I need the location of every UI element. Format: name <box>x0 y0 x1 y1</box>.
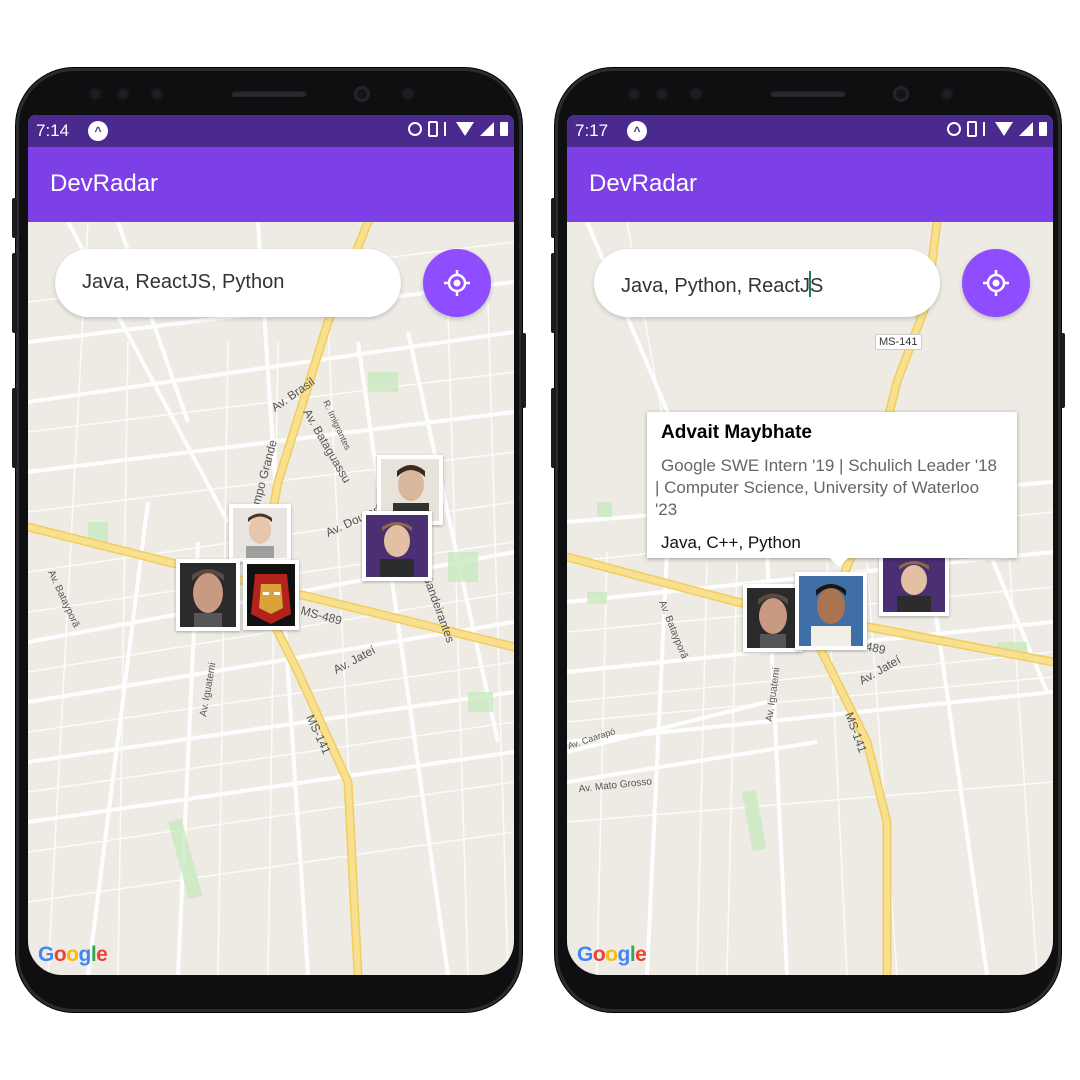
app-title: DevRadar <box>50 170 159 197</box>
alarm-icon <box>947 122 961 136</box>
sensor <box>401 87 415 101</box>
top-bezel <box>16 68 522 116</box>
status-time: 7:14 <box>36 121 70 140</box>
dev-marker[interactable] <box>229 504 291 562</box>
avatar <box>247 564 295 626</box>
power-button <box>1060 333 1065 408</box>
volume-button <box>551 253 556 333</box>
avatar <box>366 515 428 577</box>
screen: 7:14 ^ DevRadar Av. Brasil Av. Bataguass… <box>28 115 514 975</box>
wifi-icon <box>456 122 474 136</box>
data-icon <box>983 122 989 136</box>
sensor <box>655 87 669 101</box>
dev-marker[interactable] <box>795 572 867 650</box>
wifi-icon <box>995 122 1013 136</box>
vibrate-icon <box>428 121 438 137</box>
search-input[interactable]: Java, Python, ReactJS <box>594 249 940 317</box>
dev-marker[interactable] <box>743 584 803 652</box>
locate-button[interactable] <box>423 249 491 317</box>
google-logo: Google <box>38 943 108 966</box>
android-notification-icon: ^ <box>627 121 647 141</box>
avatar <box>233 508 287 558</box>
sensor <box>689 87 703 101</box>
screen: 7:17 ^ DevRadar Av. Batayporã Av. Iguate… <box>567 115 1053 975</box>
signal-icon <box>480 122 494 136</box>
app-bar: DevRadar <box>28 147 514 222</box>
dev-marker[interactable] <box>879 552 949 616</box>
top-bezel <box>555 68 1061 116</box>
search-value[interactable]: Java, Python, ReactJS <box>621 271 823 298</box>
search-input[interactable]: Java, ReactJS, Python <box>55 249 401 317</box>
road-label: 489 <box>864 639 887 657</box>
google-logo: Google <box>577 943 647 966</box>
sensor <box>627 87 641 101</box>
developer-callout[interactable]: Advait Maybhate Google SWE Intern '19 | … <box>647 412 1017 567</box>
road-label: Av. Iguatemi <box>198 662 218 718</box>
signal-icon <box>1019 122 1033 136</box>
dev-marker[interactable] <box>176 559 240 631</box>
status-bar: 7:17 ^ <box>567 115 1053 147</box>
bixby-button <box>12 388 17 468</box>
dev-techs: Java, C++, Python <box>661 533 801 552</box>
front-camera <box>893 86 909 102</box>
map[interactable]: Av. Brasil Av. Bataguassu R. Imigrantes … <box>28 222 514 975</box>
phone-right: 7:17 ^ DevRadar Av. Batayporã Av. Iguate… <box>551 68 1065 1012</box>
dev-marker[interactable] <box>243 560 299 630</box>
alarm-icon <box>408 122 422 136</box>
dev-marker[interactable] <box>362 511 432 581</box>
status-bar: 7:14 ^ <box>28 115 514 147</box>
road-label: Av. Batayporã <box>45 569 81 630</box>
callout-pointer <box>829 557 849 567</box>
search-value[interactable]: Java, ReactJS, Python <box>82 271 284 294</box>
front-camera <box>354 86 370 102</box>
vibrate-icon <box>967 121 977 137</box>
my-location-icon <box>444 270 470 296</box>
sensor <box>940 87 954 101</box>
bixby-button <box>551 388 556 468</box>
dev-bio: Google SWE Intern '19 | Schulich Leader … <box>655 456 997 519</box>
phone-left: 7:14 ^ DevRadar Av. Brasil Av. Bataguass… <box>12 68 526 1012</box>
locate-button[interactable] <box>962 249 1030 317</box>
app-title: DevRadar <box>589 170 698 197</box>
road-label: Av. Iguatemi <box>764 667 783 723</box>
road-label: Av. Jateí <box>857 652 904 687</box>
data-icon <box>444 122 450 136</box>
avatar <box>883 556 945 612</box>
map[interactable]: Av. Batayporã Av. Iguatemi MS-141 Av. Ja… <box>567 222 1053 975</box>
route-badge: MS-141 <box>875 334 922 350</box>
volume-button <box>12 198 17 238</box>
battery-icon <box>500 122 508 136</box>
sensor <box>88 87 102 101</box>
volume-button <box>12 253 17 333</box>
dev-name: Advait Maybhate <box>661 422 812 443</box>
sensor <box>150 87 164 101</box>
avatar <box>747 588 799 648</box>
avatar <box>180 563 236 627</box>
android-notification-icon: ^ <box>88 121 108 141</box>
power-button <box>521 333 526 408</box>
battery-icon <box>1039 122 1047 136</box>
sensor <box>116 87 130 101</box>
avatar <box>799 576 863 646</box>
earpiece-speaker <box>770 90 846 97</box>
volume-button <box>551 198 556 238</box>
status-time: 7:17 <box>575 121 609 140</box>
app-bar: DevRadar <box>567 147 1053 222</box>
earpiece-speaker <box>231 90 307 97</box>
my-location-icon <box>983 270 1009 296</box>
